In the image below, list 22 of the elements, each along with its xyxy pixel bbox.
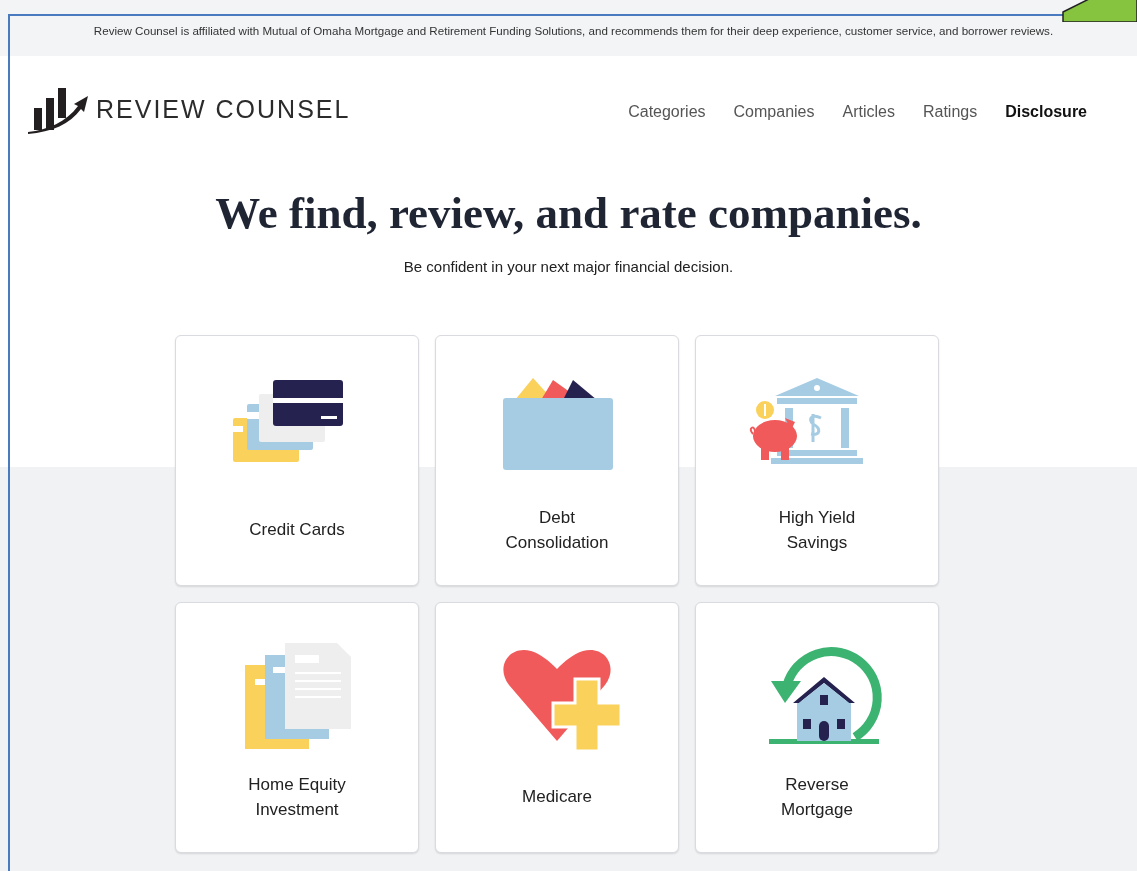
category-card[interactable]: Medicare: [435, 602, 679, 853]
nav-link[interactable]: Ratings: [922, 100, 978, 124]
category-label: Debt Consolidation: [504, 506, 610, 554]
category-card[interactable]: Reverse Mortgage: [695, 602, 939, 853]
category-card[interactable]: Home Equity Investment: [175, 602, 419, 853]
nav-link[interactable]: Disclosure: [1005, 100, 1087, 124]
logo-icon: [28, 86, 90, 134]
category-card[interactable]: Credit Cards: [175, 335, 419, 586]
logo-text: REVIEW COUNSEL: [96, 94, 351, 126]
category-card[interactable]: High Yield Savings: [695, 335, 939, 586]
category-card[interactable]: Debt Consolidation: [435, 335, 679, 586]
category-label: Home Equity Investment: [247, 773, 347, 821]
nav-link[interactable]: Companies: [733, 100, 815, 124]
category-label: Credit Cards: [249, 519, 345, 541]
hero-subtitle: Be confident in your next major financial decision.: [403, 256, 734, 277]
disclosure-text: Review Counsel is affiliated with Mutual of Omaha Mortgage and Retirement Funding Solutions, and recommends them for their deep experience, customer service, and borrower reviews.: [93, 23, 1054, 39]
nav-link[interactable]: Categories: [628, 100, 706, 124]
category-label: High Yield Savings: [777, 506, 857, 554]
nav-link[interactable]: Articles: [842, 100, 895, 124]
category-label: Reverse Mortgage: [780, 773, 854, 821]
category-label: Medicare: [522, 786, 592, 808]
hero-title: We find, review, and rate companies.: [215, 187, 922, 240]
